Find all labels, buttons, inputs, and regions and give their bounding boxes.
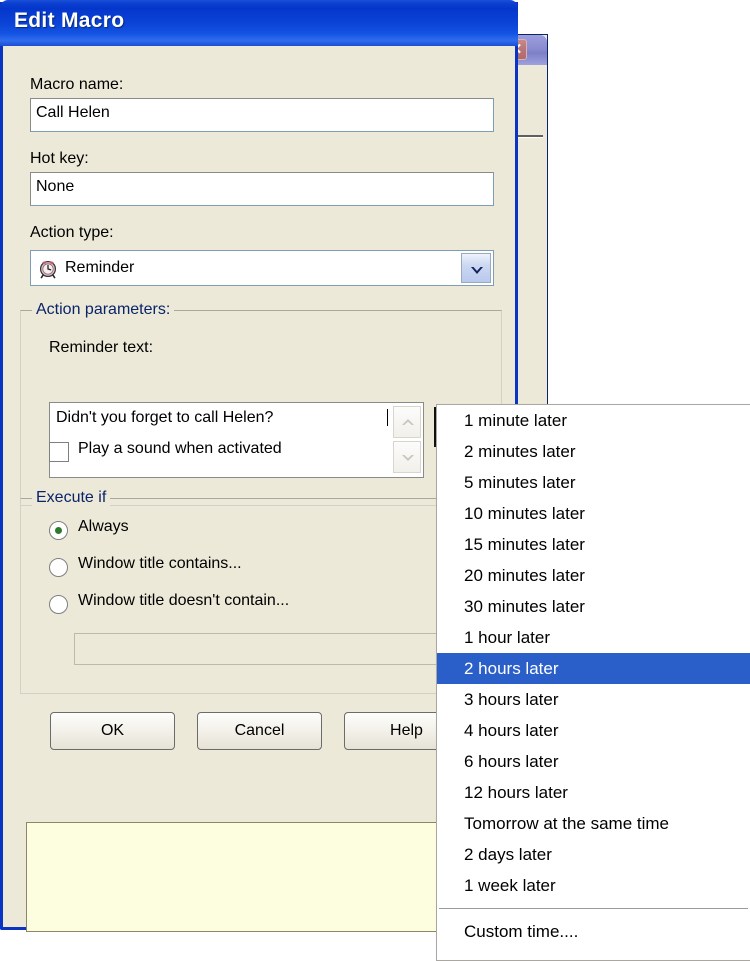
menu-item[interactable]: 1 minute later — [437, 405, 750, 436]
chevron-down-icon[interactable] — [393, 441, 421, 473]
chevron-down-icon[interactable] — [461, 253, 491, 283]
menu-item[interactable]: 3 hours later — [437, 684, 750, 715]
radio-always-label: Always — [78, 518, 129, 535]
action-type-label: Action type: — [30, 224, 114, 241]
menu-item[interactable]: 2 days later — [437, 839, 750, 870]
hot-key-input[interactable]: None — [30, 172, 494, 206]
cancel-button[interactable]: Cancel — [197, 712, 322, 750]
menu-separator — [439, 908, 748, 909]
menu-item[interactable]: 10 minutes later — [437, 498, 750, 529]
menu-item[interactable]: 12 hours later — [437, 777, 750, 808]
macro-name-label: Macro name: — [30, 76, 124, 93]
action-type-combobox[interactable]: Reminder — [30, 250, 494, 286]
play-sound-checkbox[interactable] — [49, 442, 69, 462]
alarm-clock-icon — [37, 257, 59, 279]
dialog-title: Edit Macro — [14, 9, 125, 32]
menu-item[interactable]: 5 minutes later — [437, 467, 750, 498]
execute-if-legend: Execute if — [32, 489, 111, 507]
radio-always[interactable] — [49, 521, 68, 540]
menu-item[interactable]: Custom time.... — [437, 916, 750, 947]
reminder-time-menu[interactable]: 1 minute later 2 minutes later 5 minutes l… — [436, 404, 750, 961]
radio-title-not-contains-label: Window title doesn't contain... — [78, 592, 290, 609]
radio-title-not-contains[interactable] — [49, 595, 68, 614]
macro-name-input[interactable]: Call Helen — [30, 98, 494, 132]
chevron-up-icon[interactable] — [393, 406, 421, 438]
menu-item[interactable]: Tomorrow at the same time — [437, 808, 750, 839]
hot-key-label: Hot key: — [30, 150, 89, 167]
reminder-text-value: Didn't you forget to call Helen? — [56, 409, 274, 426]
radio-title-contains-label: Window title contains... — [78, 555, 242, 572]
reminder-text-label: Reminder text: — [49, 339, 154, 356]
menu-item[interactable]: 2 hours later — [437, 653, 750, 684]
menu-item[interactable]: 4 hours later — [437, 715, 750, 746]
radio-dot — [55, 527, 62, 534]
action-type-value: Reminder — [65, 259, 135, 276]
menu-item[interactable]: 15 minutes later — [437, 529, 750, 560]
radio-title-contains[interactable] — [49, 558, 68, 577]
text-caret — [387, 409, 388, 426]
action-parameters-legend: Action parameters: — [32, 301, 175, 319]
menu-item[interactable]: 6 hours later — [437, 746, 750, 777]
play-sound-label: Play a sound when activated — [78, 440, 282, 457]
menu-item[interactable]: 20 minutes later — [437, 560, 750, 591]
info-panel — [26, 822, 496, 932]
menu-item[interactable]: 1 hour later — [437, 622, 750, 653]
window-title-filter-input[interactable] — [74, 633, 495, 665]
menu-item[interactable]: 2 minutes later — [437, 436, 750, 467]
menu-item[interactable]: 30 minutes later — [437, 591, 750, 622]
ok-button[interactable]: OK — [50, 712, 175, 750]
menu-item[interactable]: 1 week later — [437, 870, 750, 901]
dialog-titlebar[interactable]: Edit Macro — [0, 0, 518, 46]
